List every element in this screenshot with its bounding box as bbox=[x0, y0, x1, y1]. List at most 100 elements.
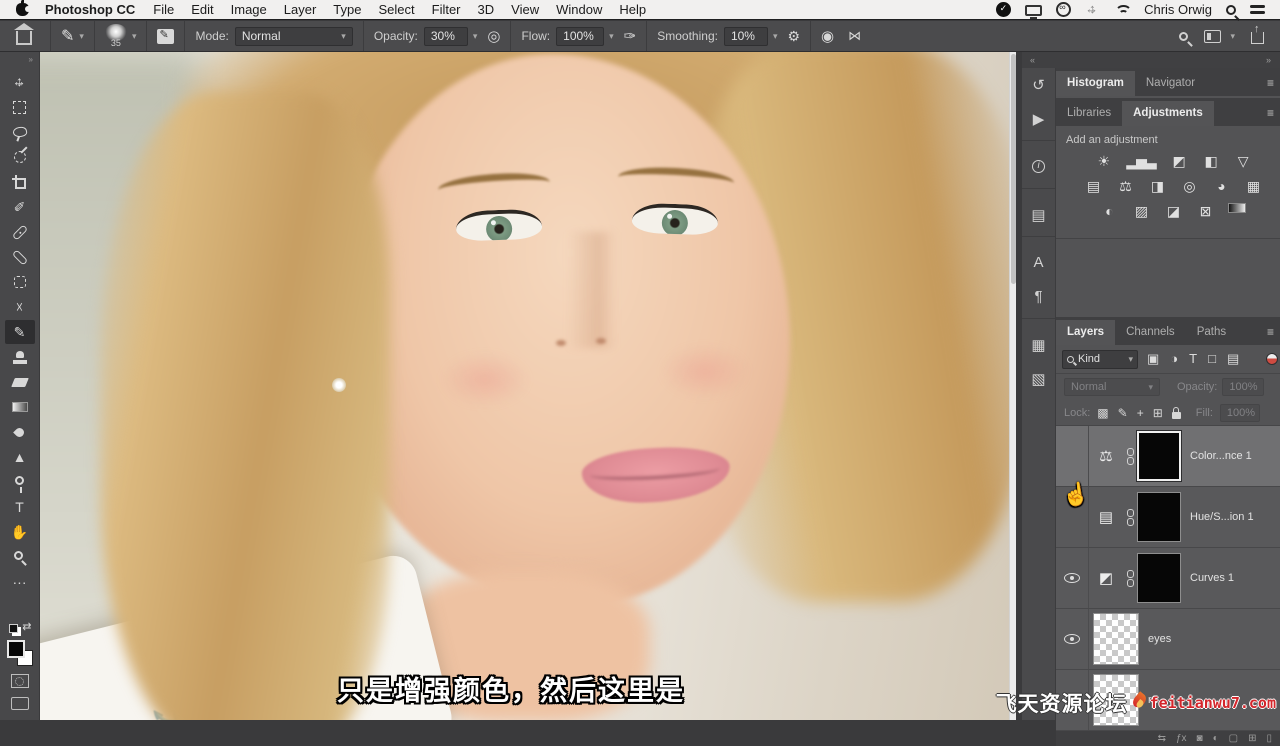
invert-icon[interactable]: ◐ bbox=[1100, 203, 1118, 220]
photo-filter-icon[interactable]: ◎ bbox=[1180, 178, 1198, 195]
panel-menu-icon[interactable]: ≡ bbox=[1267, 76, 1274, 90]
sharpen-tool[interactable]: ▲ bbox=[5, 445, 35, 469]
chevron-down-icon[interactable]: ▾ bbox=[609, 31, 614, 42]
menu-filter[interactable]: Filter bbox=[432, 2, 461, 17]
control-center-icon[interactable] bbox=[1250, 5, 1266, 16]
content-aware-move-tool[interactable]: ☓ bbox=[5, 295, 35, 319]
expand-panels-chevron[interactable]: » bbox=[1266, 55, 1272, 65]
airbrush-icon[interactable]: ✑ bbox=[624, 27, 637, 45]
posterize-icon[interactable]: ▨ bbox=[1132, 203, 1150, 220]
layer-style-icon[interactable]: ƒx bbox=[1176, 733, 1187, 744]
layer-filtering-toggle[interactable] bbox=[1266, 353, 1278, 365]
curves-icon[interactable]: ◩ bbox=[1170, 153, 1188, 170]
apple-logo-icon[interactable] bbox=[16, 3, 29, 16]
new-layer-icon[interactable]: ⊞ bbox=[1248, 733, 1256, 744]
spotlight-search-icon[interactable] bbox=[1226, 5, 1236, 15]
collapse-panels-chevron[interactable]: « bbox=[1030, 55, 1036, 65]
patch-tool[interactable] bbox=[5, 270, 35, 294]
home-icon[interactable] bbox=[16, 31, 32, 45]
filter-kind-select[interactable]: Kind ▾ bbox=[1062, 350, 1138, 369]
gradient-tool[interactable] bbox=[5, 395, 35, 419]
vibrance-icon[interactable]: ▽ bbox=[1234, 153, 1252, 170]
layer-thumbnail[interactable] bbox=[1093, 613, 1139, 665]
levels-icon[interactable]: ▂▅▃ bbox=[1126, 153, 1155, 170]
brush-settings-panel-icon[interactable] bbox=[157, 29, 174, 44]
pressure-size-icon[interactable]: ◉ bbox=[821, 27, 834, 45]
layer-row[interactable]: ◩Curves 1 bbox=[1056, 548, 1280, 609]
fill-input[interactable]: 100% bbox=[1220, 404, 1260, 422]
tab-libraries[interactable]: Libraries bbox=[1056, 101, 1122, 126]
crop-tool[interactable] bbox=[5, 170, 35, 194]
brush-preview[interactable]: 35 bbox=[105, 24, 127, 48]
delete-layer-icon[interactable]: ▯ bbox=[1266, 733, 1272, 744]
clone-source-panel-icon[interactable]: ▤ bbox=[1022, 198, 1056, 232]
blend-mode-select[interactable]: Normal ▾ bbox=[235, 27, 353, 46]
layer-blend-mode-select[interactable]: Normal ▾ bbox=[1064, 378, 1160, 396]
lasso-tool[interactable] bbox=[5, 120, 35, 144]
filter-adjustment-layers-icon[interactable]: ◑ bbox=[1170, 351, 1178, 367]
filter-pixel-layers-icon[interactable]: ▣ bbox=[1147, 351, 1159, 367]
layer-name[interactable]: Color...nce 1 bbox=[1190, 450, 1252, 462]
panel-menu-icon[interactable]: ≡ bbox=[1267, 325, 1274, 339]
layer-mask-thumbnail[interactable] bbox=[1137, 492, 1181, 542]
color-balance-icon[interactable]: ⚖ bbox=[1116, 178, 1134, 195]
chevron-down-icon[interactable]: ▾ bbox=[132, 31, 137, 42]
healing-brush-tool[interactable] bbox=[5, 245, 35, 269]
filter-smart-objects-icon[interactable]: ▤ bbox=[1227, 351, 1239, 367]
blur-tool[interactable] bbox=[5, 420, 35, 444]
notes-panel-icon[interactable]: ▧ bbox=[1022, 362, 1056, 396]
layer-visibility-toggle[interactable] bbox=[1056, 609, 1089, 669]
color-lookup-icon[interactable]: ▦ bbox=[1244, 178, 1262, 195]
tab-histogram[interactable]: Histogram bbox=[1056, 71, 1135, 96]
eraser-tool[interactable] bbox=[5, 370, 35, 394]
marquee-tool[interactable] bbox=[5, 95, 35, 119]
menu-3d[interactable]: 3D bbox=[478, 2, 495, 17]
menu-select[interactable]: Select bbox=[378, 2, 414, 17]
channel-mixer-icon[interactable]: ◕ bbox=[1212, 178, 1230, 195]
symmetry-icon[interactable]: ⋈ bbox=[848, 28, 859, 44]
extension-icon[interactable] bbox=[1085, 2, 1100, 17]
lock-paint-icon[interactable]: ✎ bbox=[1118, 406, 1128, 420]
toolbar-ellipsis[interactable]: ··· bbox=[5, 570, 35, 594]
menubar-user-name[interactable]: Chris Orwig bbox=[1144, 2, 1212, 17]
brush-tool[interactable]: ✎ bbox=[5, 320, 35, 344]
history-panel-icon[interactable]: ↺ bbox=[1022, 68, 1056, 102]
share-icon[interactable] bbox=[1251, 32, 1264, 44]
layer-name[interactable]: Curves 1 bbox=[1190, 572, 1234, 584]
opacity-input[interactable]: 30% bbox=[424, 27, 468, 46]
move-tool[interactable] bbox=[5, 70, 35, 94]
character-panel-icon[interactable]: A bbox=[1022, 246, 1056, 280]
hand-tool[interactable]: ✋ bbox=[5, 520, 35, 544]
menu-help[interactable]: Help bbox=[619, 2, 646, 17]
threshold-icon[interactable]: ◪ bbox=[1164, 203, 1182, 220]
info-panel-icon[interactable] bbox=[1022, 150, 1056, 184]
clone-stamp-tool[interactable] bbox=[5, 345, 35, 369]
menu-type[interactable]: Type bbox=[333, 2, 361, 17]
brush-preset-icon[interactable]: ✎ bbox=[61, 26, 74, 46]
zoom-tool[interactable] bbox=[5, 545, 35, 569]
pressure-opacity-icon[interactable]: ◎ bbox=[487, 27, 500, 45]
lock-all-icon[interactable] bbox=[1172, 412, 1181, 419]
menu-file[interactable]: File bbox=[153, 2, 174, 17]
dodge-tool[interactable] bbox=[5, 470, 35, 494]
layer-name[interactable]: Hue/S...ion 1 bbox=[1190, 511, 1254, 523]
actions-panel-icon[interactable]: ▶ bbox=[1022, 102, 1056, 136]
chevron-down-icon[interactable]: ▾ bbox=[473, 31, 478, 42]
menu-edit[interactable]: Edit bbox=[191, 2, 213, 17]
lock-transparency-icon[interactable]: ▩ bbox=[1097, 406, 1108, 420]
filter-type-layers-icon[interactable]: T bbox=[1189, 351, 1197, 367]
layer-name[interactable]: eyes bbox=[1148, 633, 1171, 645]
canvas-scrollbar[interactable] bbox=[1009, 52, 1016, 720]
app-menu-photoshop[interactable]: Photoshop CC bbox=[45, 2, 135, 17]
chevron-down-icon[interactable]: ▾ bbox=[79, 31, 84, 42]
tab-adjustments[interactable]: Adjustments bbox=[1122, 101, 1214, 126]
quick-selection-tool[interactable] bbox=[5, 145, 35, 169]
panel-menu-icon[interactable]: ≡ bbox=[1267, 106, 1274, 120]
hue-saturation-icon[interactable]: ▤ bbox=[1084, 178, 1102, 195]
display-icon[interactable] bbox=[1025, 5, 1042, 16]
eyedropper-tool[interactable]: ✐ bbox=[5, 195, 35, 219]
new-group-icon[interactable]: ▢ bbox=[1229, 733, 1238, 744]
flow-input[interactable]: 100% bbox=[556, 27, 604, 46]
lock-position-icon[interactable]: + bbox=[1137, 406, 1144, 420]
layer-visibility-toggle[interactable] bbox=[1056, 426, 1089, 486]
